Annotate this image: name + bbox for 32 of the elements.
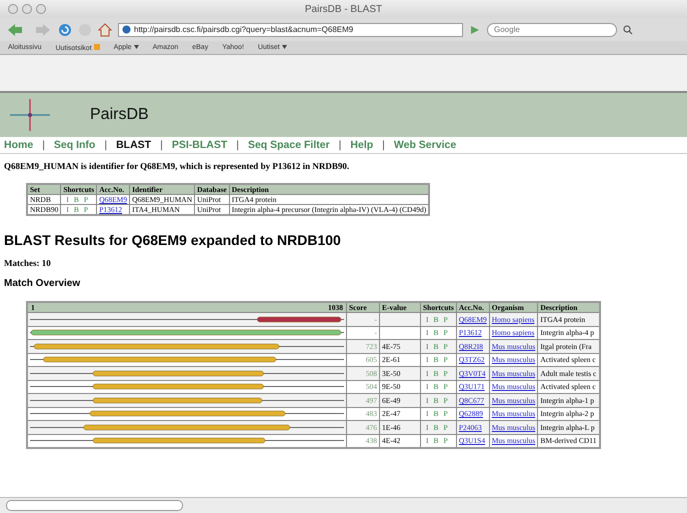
go-icon[interactable] xyxy=(469,24,481,36)
nav-separator: | xyxy=(236,139,239,151)
nav-separator: | xyxy=(382,139,385,151)
reload-icon[interactable] xyxy=(58,22,72,36)
results-heading: BLAST Results for Q68EM9 expanded to NRDB100 xyxy=(4,232,342,248)
url-text: http://pairsdb.csc.fi/pairsdb.cgi?query=blast&acnum=Q68EM9 xyxy=(134,25,354,34)
scroll-thumb[interactable] xyxy=(6,500,183,511)
matches-count: Matches: 10 xyxy=(4,258,52,268)
search-field[interactable]: Google xyxy=(487,22,617,36)
nav-link[interactable]: BLAST xyxy=(116,139,152,151)
nav-separator: | xyxy=(42,139,45,151)
nav-separator: | xyxy=(338,139,342,151)
site-name: PairsDB xyxy=(90,106,149,124)
nav-link[interactable]: PSI-BLAST xyxy=(172,139,228,151)
window-title: PairsDB - BLAST xyxy=(304,4,382,14)
address-field[interactable]: http://pairsdb.csc.fi/pairsdb.cgi?query=blast&acnum=Q68EM9 xyxy=(118,22,463,36)
horizontal-scrollbar[interactable] xyxy=(0,497,687,513)
nav-link[interactable]: Seq Space Filter xyxy=(248,139,330,151)
feed-icon xyxy=(94,44,100,50)
home-icon[interactable] xyxy=(98,22,112,36)
caret-icon xyxy=(282,45,287,49)
caret-icon xyxy=(134,45,139,49)
nav-link[interactable]: Help xyxy=(350,139,374,151)
search-icon[interactable] xyxy=(623,24,633,34)
nav-separator: | xyxy=(160,139,163,151)
nav-separator: | xyxy=(104,139,108,151)
intro-text: Q68EM9_HUMAN is identifier for Q68EM9, which is represented by P13612 in NRDB90. xyxy=(4,161,350,171)
section-title: Match Overview xyxy=(4,278,82,289)
nav-link[interactable]: Web Service xyxy=(394,139,456,151)
nav-link[interactable]: Seq Info xyxy=(54,139,96,151)
globe-icon xyxy=(122,25,131,34)
nav-link[interactable]: Home xyxy=(4,139,34,151)
